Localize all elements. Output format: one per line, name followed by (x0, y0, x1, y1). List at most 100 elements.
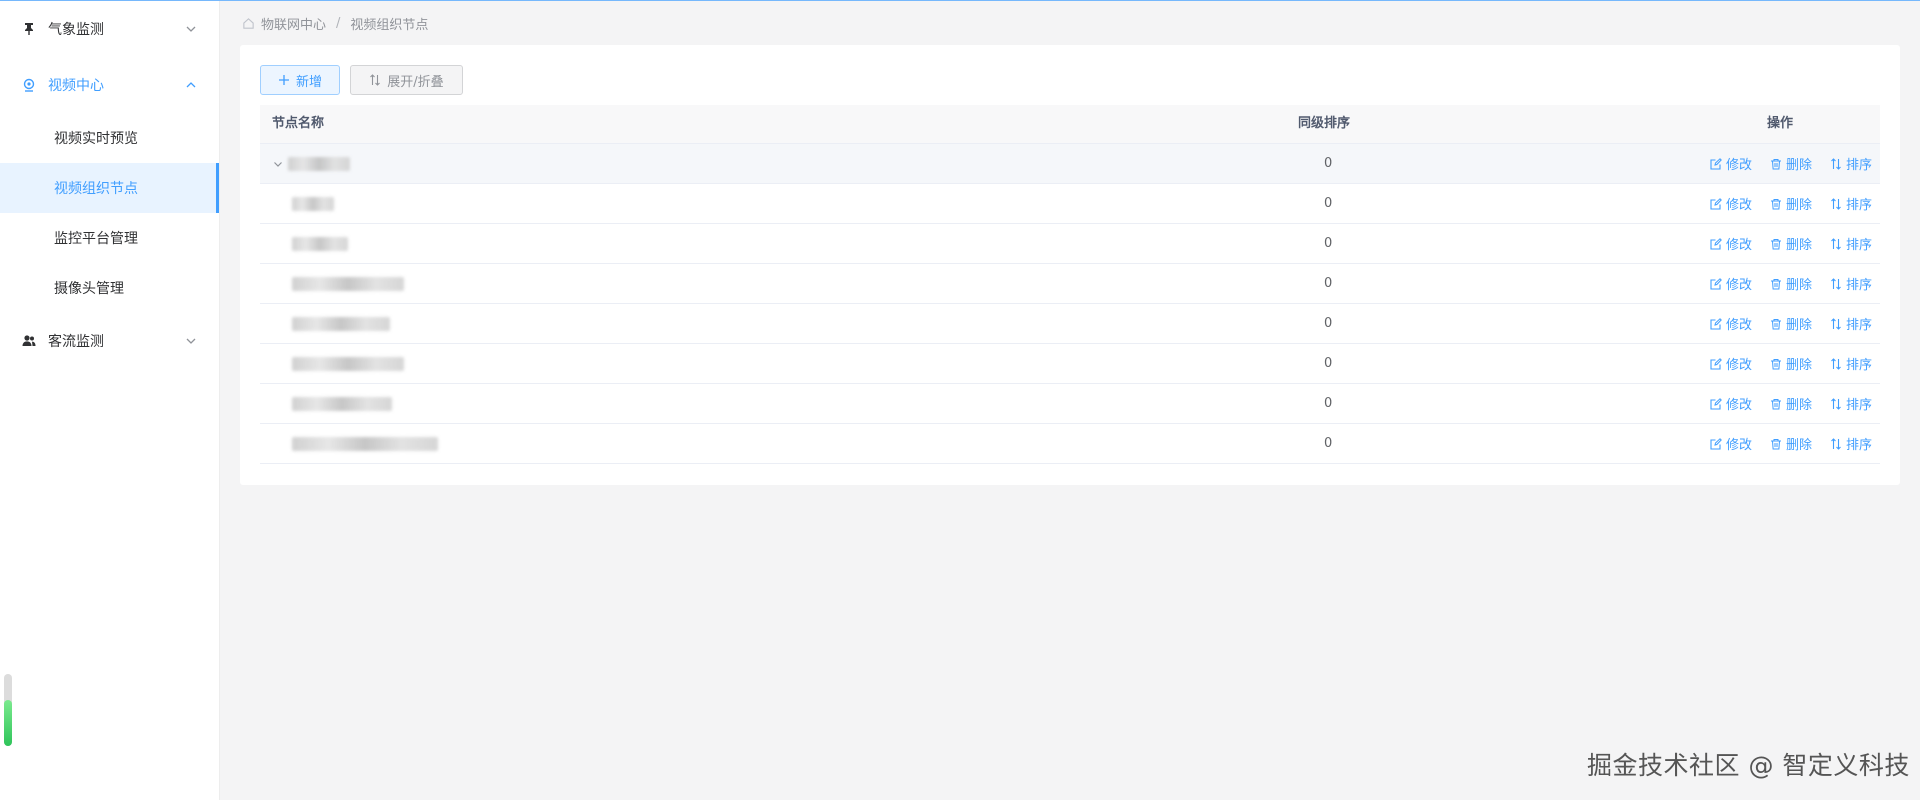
edit-button[interactable]: 修改 (1710, 154, 1752, 173)
node-name-redacted (288, 156, 350, 171)
col-operations: 操作 (1767, 116, 1794, 131)
table-row[interactable]: 0 修改 删除 排序 (260, 264, 1880, 304)
sort-button[interactable]: 排序 (1830, 154, 1872, 173)
table-row[interactable]: 0 修改 删除 排序 (260, 424, 1880, 464)
sort-button[interactable]: 排序 (1830, 434, 1872, 453)
sort-icon (1831, 437, 1841, 450)
top-accent-line (0, 0, 1920, 1)
sort-button[interactable]: 排序 (1830, 194, 1872, 213)
sort-label: 排序 (1845, 358, 1872, 373)
edit-button[interactable]: 修改 (1710, 194, 1752, 213)
table-row[interactable]: 0 修改 删除 排序 (260, 304, 1880, 344)
sort-button[interactable]: 排序 (1830, 234, 1872, 253)
submenu-item-realtime-preview[interactable]: 视频实时预览 (0, 113, 219, 163)
delete-button[interactable]: 删除 (1770, 394, 1812, 413)
trash-icon (1770, 158, 1781, 169)
row-actions: 修改 删除 排序 (1692, 304, 1872, 343)
edit-button[interactable]: 修改 (1710, 274, 1752, 293)
sort-button[interactable]: 排序 (1830, 394, 1872, 413)
add-button[interactable]: 新增 (260, 65, 340, 95)
breadcrumb-home[interactable]: 物联网中心 (261, 14, 326, 33)
sibling-order-cell: 0 (1324, 396, 1333, 411)
table-row[interactable]: 0 修改 删除 排序 (260, 384, 1880, 424)
delete-button[interactable]: 删除 (1770, 234, 1812, 253)
sibling-order-cell: 0 (1324, 156, 1333, 171)
tree-table: 节点名称 同级排序 操作 0 修改 删除 排序 0 修改 删除 排序 0 修改 删除 排序 0 修改 删除排… (260, 105, 1880, 464)
edit-icon (1710, 197, 1722, 210)
camera-icon (18, 78, 40, 92)
users-icon (18, 334, 40, 348)
trash-icon (1770, 198, 1781, 209)
submenu-item-org-nodes[interactable]: 视频组织节点 (0, 163, 219, 213)
sort-button[interactable]: 排序 (1830, 354, 1872, 373)
delete-button[interactable]: 删除 (1770, 194, 1812, 213)
sort-label: 排序 (1845, 158, 1872, 173)
home-icon (243, 17, 254, 29)
edit-button[interactable]: 修改 (1710, 394, 1752, 413)
table-row[interactable]: 0 修改 删除 排序 (260, 184, 1880, 224)
sibling-order-cell: 0 (1324, 436, 1333, 451)
submenu-item-platform-management[interactable]: 监控平台管理 (0, 213, 219, 263)
plus-icon (278, 74, 290, 86)
menu-label: 客流监测 (48, 334, 104, 350)
node-name-redacted (292, 236, 348, 251)
submenu-item-camera-management[interactable]: 摄像头管理 (0, 263, 219, 313)
submenu-label: 视频组织节点 (54, 181, 138, 197)
expand-collapse-button[interactable]: 展开/折叠 (350, 65, 463, 95)
delete-button[interactable]: 删除 (1770, 154, 1812, 173)
table-row[interactable]: 0 修改 删除 排序 (260, 344, 1880, 384)
sibling-order-cell: 0 (1324, 356, 1333, 371)
sibling-order-cell: 0 (1324, 236, 1333, 251)
sort-icon (1831, 397, 1841, 410)
sort-icon (369, 74, 381, 86)
node-name-cell (260, 184, 334, 223)
menu-passenger-flow[interactable]: 客流监测 (0, 317, 219, 365)
edit-button[interactable]: 修改 (1710, 354, 1752, 373)
chevron-down-icon (186, 338, 196, 344)
sort-icon (1831, 157, 1841, 170)
edit-label: 修改 (1725, 278, 1752, 293)
table-row[interactable]: 0 修改 删除 排序 (260, 144, 1880, 184)
sort-button[interactable]: 排序 (1830, 314, 1872, 333)
sort-button[interactable]: 排序 (1830, 274, 1872, 293)
table-row[interactable]: 0 修改 删除 排序 (260, 224, 1880, 264)
content-card: 新增 展开/折叠 节点名称 同级排序 操作 0 修改 删除 排序 0 修改 删除 排序 0 修改删… (240, 45, 1900, 485)
delete-label: 删除 (1785, 358, 1812, 373)
edit-label: 修改 (1725, 158, 1752, 173)
edit-button[interactable]: 修改 (1710, 234, 1752, 253)
node-name-redacted (292, 396, 392, 411)
sibling-order-cell: 0 (1324, 316, 1333, 331)
add-button-label: 新增 (295, 74, 322, 90)
node-name-cell (260, 344, 404, 383)
delete-button[interactable]: 删除 (1770, 434, 1812, 453)
sort-label: 排序 (1845, 278, 1872, 293)
sort-icon (1831, 357, 1841, 370)
edit-button[interactable]: 修改 (1710, 314, 1752, 333)
expand-arrow-icon[interactable] (272, 158, 284, 170)
delete-button[interactable]: 删除 (1770, 274, 1812, 293)
edit-button[interactable]: 修改 (1710, 434, 1752, 453)
sort-icon (1831, 317, 1841, 330)
menu-weather-monitoring[interactable]: 气象监测 (0, 5, 219, 53)
menu-label: 视频中心 (48, 78, 104, 94)
sort-label: 排序 (1845, 398, 1872, 413)
chevron-up-icon (186, 82, 196, 88)
scroll-indicator[interactable] (4, 674, 12, 746)
edit-label: 修改 (1725, 398, 1752, 413)
delete-button[interactable]: 删除 (1770, 314, 1812, 333)
sibling-order-cell: 0 (1324, 196, 1333, 211)
delete-button[interactable]: 删除 (1770, 354, 1812, 373)
table-header: 节点名称 同级排序 操作 (260, 105, 1880, 144)
delete-label: 删除 (1785, 398, 1812, 413)
node-name-redacted (292, 196, 334, 211)
table-body: 0 修改 删除 排序 0 修改 删除 排序 0 修改 删除 排序 0 修改 删除 排序 0 修改 删除 排序 0 修改 删除… (260, 144, 1880, 464)
pushpin-icon (18, 22, 40, 36)
edit-label: 修改 (1725, 238, 1752, 253)
breadcrumb-separator: / (336, 15, 341, 31)
submenu-label: 摄像头管理 (54, 281, 124, 297)
node-name-cell (260, 264, 404, 303)
node-name-redacted (292, 316, 390, 331)
menu-video-center[interactable]: 视频中心 (0, 61, 219, 109)
edit-label: 修改 (1725, 438, 1752, 453)
edit-label: 修改 (1725, 358, 1752, 373)
